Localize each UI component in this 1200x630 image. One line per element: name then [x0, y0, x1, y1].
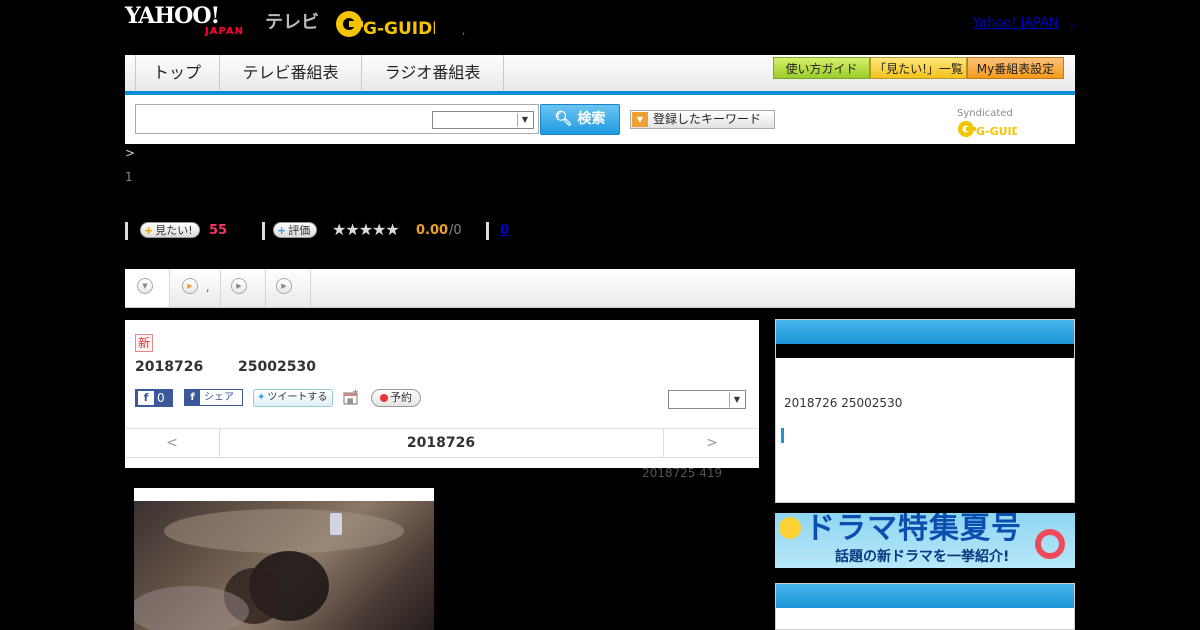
pager-date: 2018726: [406, 435, 476, 451]
svg-text:▦: ▦: [347, 397, 354, 405]
syndicated-logo-text: G-GUIDE: [976, 125, 1017, 138]
calendar-add-icon[interactable]: ▦ +: [343, 387, 359, 405]
sidebar-info-box: 2018726 25002530: [775, 319, 1075, 503]
rating-stars: ★★★★★: [332, 220, 400, 239]
yahoo-japan-link[interactable]: Yahoo! JAPAN: [973, 16, 1059, 31]
tweet-label: ツイートする: [267, 392, 328, 403]
plus-icon: +: [277, 224, 287, 237]
yahoo-logo[interactable]: YAHOO!: [125, 5, 220, 27]
tab-4[interactable]: ▶: [266, 269, 311, 307]
header-extra-link[interactable]: ,: [1070, 16, 1074, 31]
broadcast-info: 2018725 419: [642, 466, 723, 480]
triangle-down-icon: ▼: [632, 112, 648, 127]
program-image: [134, 488, 434, 630]
sun-icon: [779, 517, 801, 539]
play-icon: ▶: [276, 278, 292, 294]
facebook-like-button[interactable]: f0: [135, 389, 173, 407]
gguide-logo[interactable]: G-GUIDE: [335, 7, 444, 41]
plus-icon: +: [144, 224, 154, 237]
nav-tab-radio-guide[interactable]: ラジオ番組表: [362, 55, 504, 91]
reserve-button[interactable]: 予約: [371, 389, 421, 407]
pager-prev-button[interactable]: <: [125, 429, 220, 457]
facebook-like-count: 0: [157, 391, 165, 405]
main-nav: トップ テレビ番組表 ラジオ番組表 使い方ガイド 「見たい!」一覧 My番組表設…: [125, 55, 1075, 95]
rate-button[interactable]: + 評価: [273, 222, 318, 238]
tv-logo[interactable]: テレビ: [265, 8, 319, 34]
header-dot: ,: [462, 26, 466, 37]
reserve-label: 予約: [390, 391, 412, 404]
my-guide-settings-button[interactable]: My番組表設定: [967, 57, 1064, 79]
search-button[interactable]: 🔍︎ 検索: [540, 104, 620, 135]
nav-tab-top[interactable]: トップ: [135, 55, 220, 91]
chevron-down-icon: ▼: [517, 113, 532, 127]
tab-3[interactable]: ▶: [221, 269, 266, 307]
sidebar-box-subheader: [776, 344, 1074, 358]
gguide-logo-text: G-GUIDE: [363, 19, 435, 39]
search-category-select[interactable]: ▼: [432, 111, 534, 129]
nav-tab-tv-guide[interactable]: テレビ番組表: [220, 55, 362, 91]
tab-2[interactable]: ▶ ,: [170, 269, 221, 307]
sidebar-box-header: [776, 320, 1074, 344]
rating-max: /0: [449, 223, 462, 238]
swim-ring-icon: [1035, 529, 1065, 559]
search-icon: 🔍︎: [554, 111, 573, 127]
syndicated-label: Syndicated: [957, 108, 1013, 119]
drama-special-banner[interactable]: ドラマ特集夏号 話題の新ドラマを一挙紹介!: [775, 513, 1075, 568]
content-tabs: ▼ ▶ , ▶ ▶: [125, 269, 1075, 308]
play-icon: ▶: [231, 278, 247, 294]
divider: [486, 222, 489, 240]
registered-keyword-button[interactable]: ▼ 登録したキーワード: [630, 110, 775, 129]
rating-value: 0.00: [416, 223, 449, 238]
banner-title: ドラマ特集夏号: [805, 513, 1022, 546]
sidebar-box-2-header: [776, 584, 1074, 608]
chevron-down-icon: ▼: [729, 392, 744, 407]
program-panel: 新 2018726 25002530 f0 f シェア ✦ ツイートする ▦ + 予約…: [125, 320, 759, 468]
syndicated-gguide-logo: Syndicated G-GUIDE: [957, 108, 1075, 139]
breadcrumb-number: 1: [125, 170, 133, 184]
program-photo: [134, 501, 434, 630]
breadcrumb: >: [125, 146, 136, 160]
svg-text:+: +: [352, 389, 359, 396]
program-date: 2018726: [135, 359, 204, 375]
program-select[interactable]: ▼: [668, 390, 746, 409]
banner-subtitle: 話題の新ドラマを一挙紹介!: [835, 549, 1010, 565]
program-time: 25002530: [238, 359, 316, 375]
comment-count-link[interactable]: 0: [500, 223, 509, 238]
want-count: 55: [209, 223, 228, 238]
want-button[interactable]: + 見たい!: [140, 222, 200, 238]
rate-button-label: 評価: [288, 224, 311, 237]
divider: [125, 222, 128, 240]
want-button-label: 見たい!: [155, 224, 193, 237]
registered-keyword-label: 登録したキーワード: [653, 112, 762, 126]
facebook-icon: f: [138, 391, 154, 405]
want-list-button[interactable]: 「見たい!」一覧: [870, 57, 967, 79]
sidebar-accent-bar: [781, 428, 784, 443]
chevron-down-icon: ▼: [137, 278, 153, 294]
japan-logo: JAPAN: [205, 26, 244, 37]
tab-1[interactable]: ▼: [125, 269, 170, 307]
facebook-icon: f: [185, 390, 200, 405]
search-button-label: 検索: [577, 111, 606, 127]
facebook-share-label: シェア: [204, 392, 234, 403]
tweet-button[interactable]: ✦ ツイートする: [253, 389, 333, 407]
tab-2-label: ,: [206, 281, 210, 294]
search-bar: ▼ 🔍︎ 検索 ▼ 登録したキーワード Syndicated G-GUIDE: [125, 95, 1075, 144]
new-badge: 新: [135, 334, 153, 352]
pager-next-button[interactable]: >: [663, 429, 760, 457]
divider: [262, 222, 265, 240]
twitter-bird-icon: ✦: [257, 392, 266, 403]
facebook-share-button[interactable]: f シェア: [184, 389, 243, 406]
guide-button[interactable]: 使い方ガイド: [773, 57, 870, 79]
sidebar-box-2: [775, 583, 1075, 630]
play-icon: ▶: [182, 278, 198, 294]
record-dot-icon: [380, 394, 388, 402]
date-pager: < 2018726 >: [125, 428, 759, 458]
sidebar-broadcast-info: 2018726 25002530: [784, 396, 903, 410]
